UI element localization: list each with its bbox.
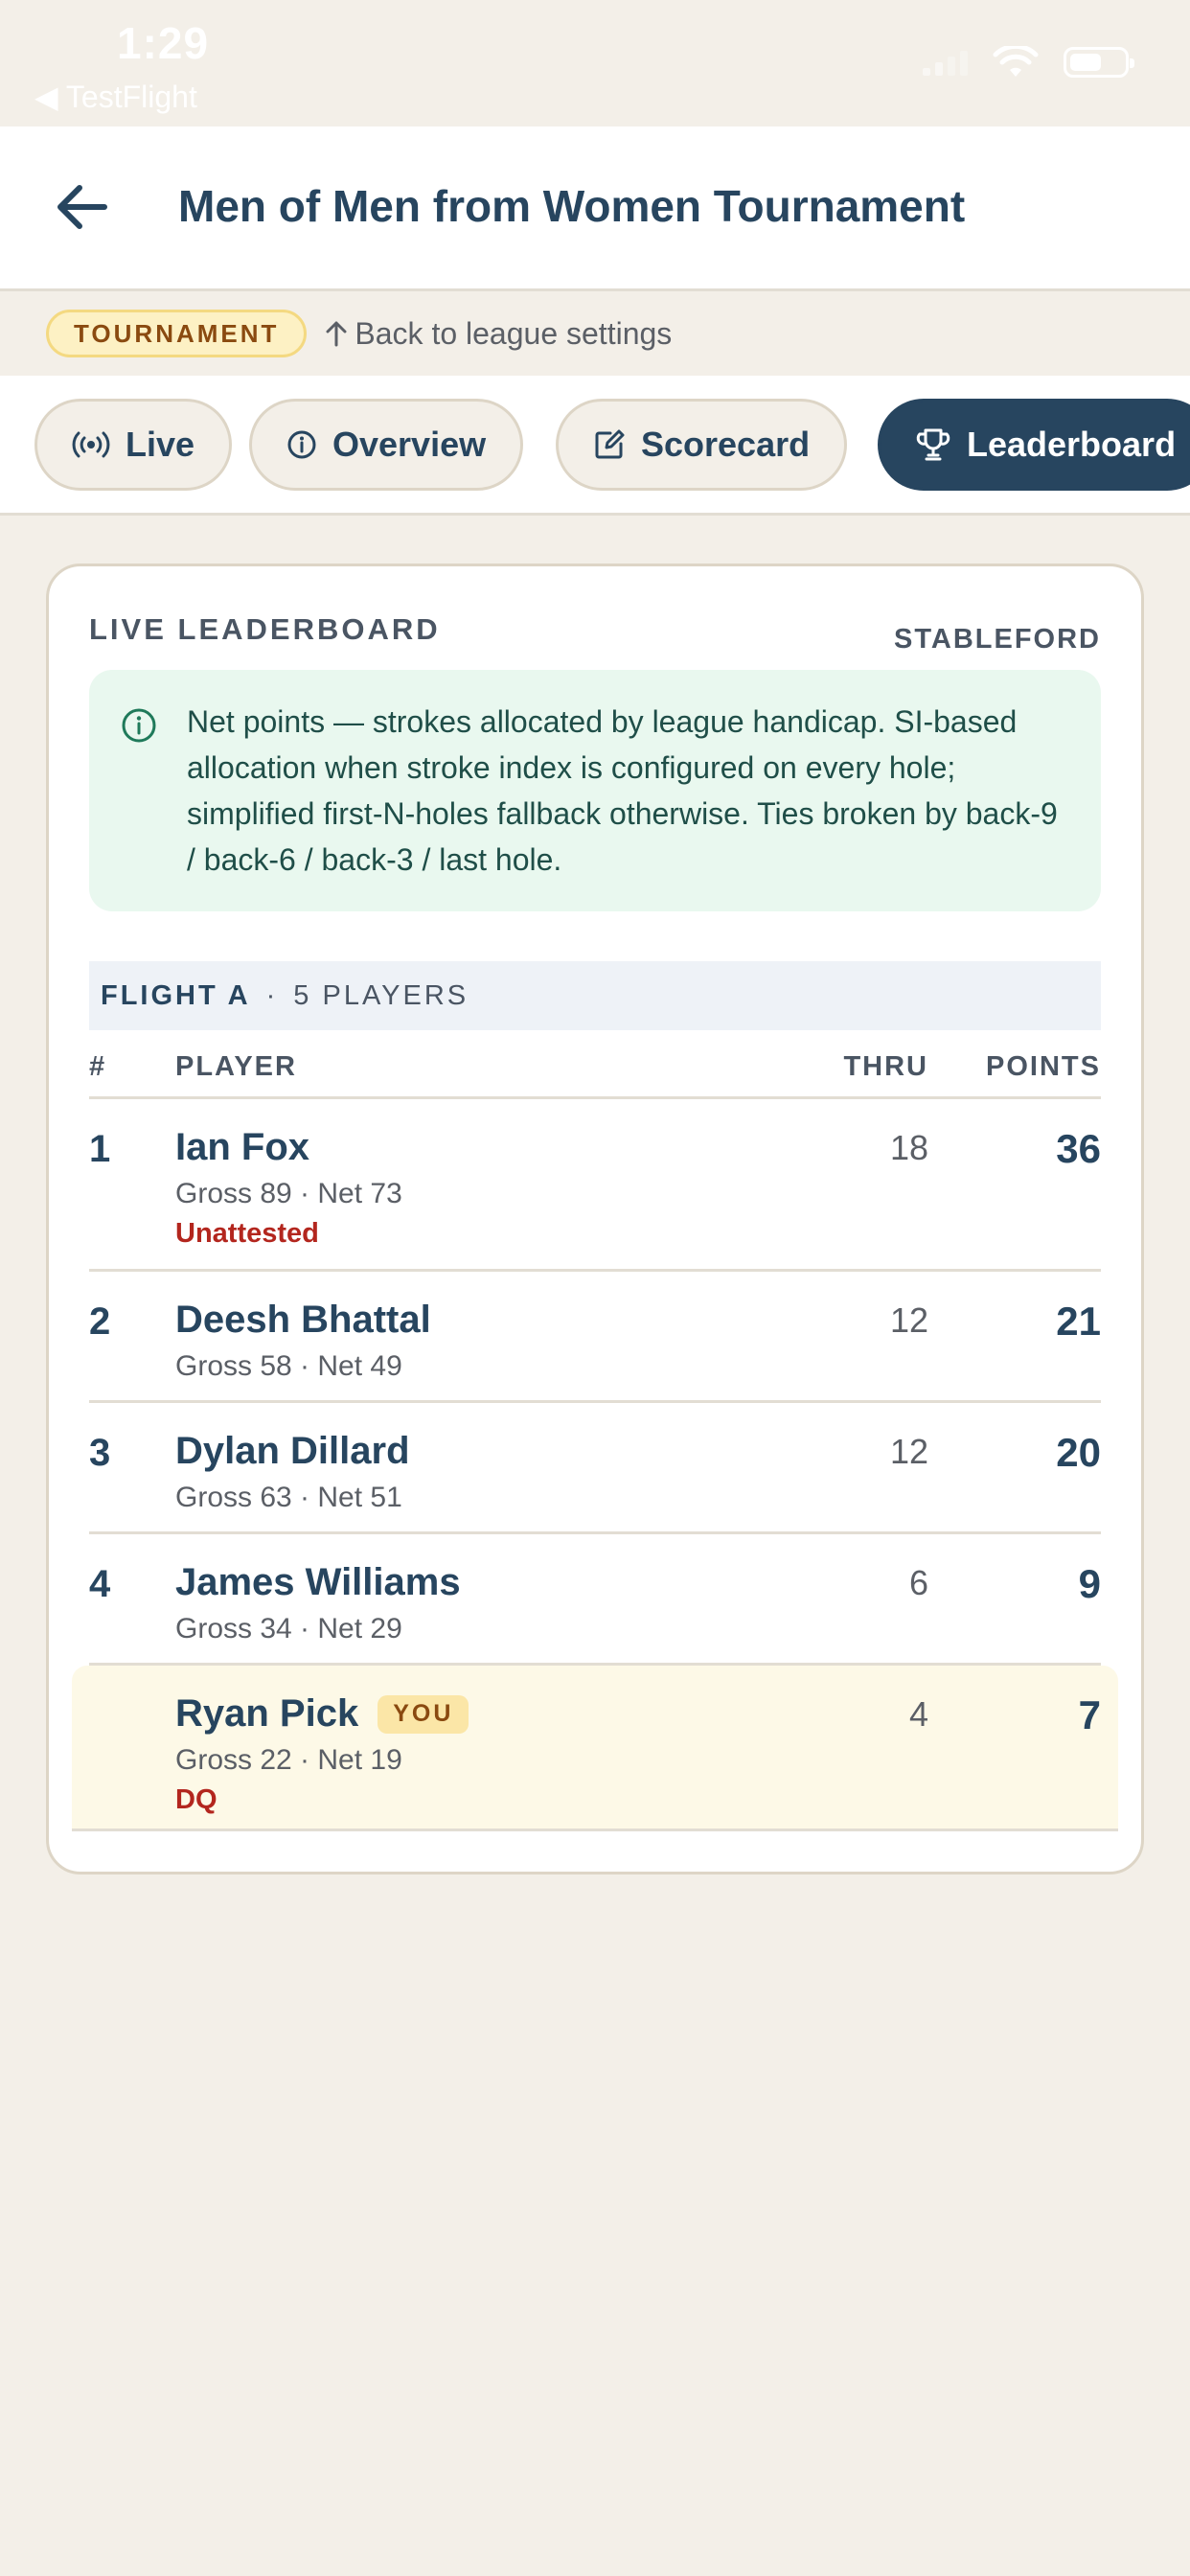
- flight-player-count: 5 PLAYERS: [293, 979, 469, 1011]
- you-badge: YOU: [378, 1694, 469, 1734]
- row-points: 36: [1056, 1126, 1101, 1171]
- column-points: POINTS: [986, 1051, 1101, 1082]
- player-gross-net: Gross 58 · Net 49: [175, 1350, 402, 1382]
- player-name-text: Deesh Bhattal: [175, 1299, 431, 1341]
- flight-header: FLIGHT A · 5 PLAYERS: [89, 961, 1101, 1030]
- page: 1:29 ◀ TestFlight Men of Men from Women …: [0, 0, 1190, 2576]
- info-icon: [287, 430, 316, 459]
- row-thru: 4: [908, 1694, 928, 1734]
- tab-overview-label: Overview: [332, 425, 487, 464]
- player-name-text: Dylan Dillard: [175, 1430, 410, 1472]
- info-text: Net points — strokes allocated by league…: [187, 704, 1058, 877]
- attestation-flag: Unattested: [175, 1218, 319, 1249]
- row-rank: 2: [89, 1300, 111, 1343]
- wifi-icon: [993, 46, 1039, 77]
- row-points: 20: [1056, 1430, 1101, 1475]
- tab-leaderboard[interactable]: Leaderboard: [878, 399, 1190, 491]
- tab-scorecard-label: Scorecard: [641, 425, 811, 464]
- status-icons: [923, 46, 1134, 79]
- dq-flag: DQ: [175, 1784, 217, 1815]
- tournament-badge: TOURNAMENT: [46, 310, 308, 357]
- flight-name: FLIGHT A: [101, 979, 251, 1011]
- row-rank: 1: [89, 1128, 111, 1170]
- table-header: # PLAYER THRU POINTS: [89, 1030, 1101, 1099]
- testflight-back-link[interactable]: ◀ TestFlight: [34, 79, 197, 115]
- tab-live[interactable]: Live: [34, 399, 233, 491]
- table-row[interactable]: 4 James Williams Gross 34 · Net 29 6 9: [89, 1534, 1101, 1666]
- back-to-league-link[interactable]: Back to league settings: [326, 316, 672, 352]
- broadcast-icon: [72, 431, 110, 458]
- row-thru: 6: [908, 1563, 928, 1602]
- status-bar: 1:29 ◀ TestFlight: [0, 0, 1190, 126]
- player-name-text: James Williams: [175, 1561, 461, 1603]
- tab-overview[interactable]: Overview: [249, 399, 524, 491]
- arrow-left-icon: [57, 185, 107, 229]
- table-row[interactable]: 2 Deesh Bhattal Gross 58 · Net 49 12 21: [89, 1272, 1101, 1403]
- row-thru: 12: [889, 1432, 928, 1471]
- player-name: Ian Fox: [175, 1126, 309, 1169]
- tab-scorecard[interactable]: Scorecard: [556, 399, 848, 491]
- row-thru: 18: [889, 1128, 928, 1167]
- arrow-up-icon: [326, 321, 347, 347]
- back-to-league-label: Back to league settings: [355, 315, 673, 351]
- tab-bar: Live Overview Scorecard Leaderboard: [0, 376, 1190, 516]
- trophy-icon: [916, 428, 950, 461]
- player-name: James Williams: [175, 1561, 461, 1604]
- table-row[interactable]: 3 Dylan Dillard Gross 63 · Net 51 12 20: [89, 1403, 1101, 1534]
- column-thru: THRU: [843, 1051, 928, 1082]
- info-icon: [122, 708, 156, 743]
- subnav: TOURNAMENT Back to league settings: [0, 291, 1190, 376]
- info-banner: Net points — strokes allocated by league…: [89, 670, 1101, 911]
- page-title: Men of Men from Women Tournament: [178, 181, 966, 231]
- leaderboard-title: LIVE LEADERBOARD: [89, 612, 441, 646]
- player-gross-net: Gross 63 · Net 51: [175, 1482, 402, 1513]
- row-rank: 3: [89, 1432, 111, 1474]
- column-player: PLAYER: [175, 1051, 297, 1082]
- player-gross-net: Gross 22 · Net 19: [175, 1744, 402, 1776]
- row-rank: 4: [89, 1563, 111, 1605]
- player-name-text: Ian Fox: [175, 1126, 310, 1168]
- player-name: Dylan Dillard: [175, 1430, 410, 1473]
- table-row[interactable]: 1 Ian Fox Gross 89 · Net 73 Unattested 1…: [89, 1099, 1101, 1272]
- tab-leaderboard-label: Leaderboard: [967, 425, 1177, 464]
- row-points: 9: [1078, 1561, 1101, 1606]
- flight-separator: ·: [265, 979, 279, 1011]
- battery-icon: [1064, 47, 1134, 78]
- tab-live-label: Live: [126, 425, 195, 464]
- row-points: 21: [1056, 1299, 1101, 1344]
- table-row-current-user[interactable]: Ryan Pick YOU Gross 22 · Net 19 DQ 4 7: [72, 1666, 1118, 1831]
- edit-icon: [595, 429, 625, 459]
- leaderboard-card: LIVE LEADERBOARD STABLEFORD Net points —…: [46, 564, 1144, 1874]
- column-rank: #: [89, 1051, 107, 1082]
- app-header: Men of Men from Women Tournament: [0, 126, 1190, 291]
- player-name: Deesh Bhattal: [175, 1299, 431, 1342]
- scoring-mode: STABLEFORD: [893, 624, 1101, 655]
- row-points: 7: [1078, 1692, 1101, 1737]
- player-gross-net: Gross 34 · Net 29: [175, 1613, 402, 1644]
- row-thru: 12: [889, 1300, 928, 1340]
- back-button[interactable]: [42, 169, 119, 245]
- status-time: 1:29: [117, 18, 210, 68]
- player-name-text: Ryan Pick: [175, 1692, 359, 1735]
- player-name: Ryan Pick YOU: [175, 1692, 469, 1736]
- player-gross-net: Gross 89 · Net 73: [175, 1178, 402, 1209]
- cellular-signal-icon: [923, 49, 968, 76]
